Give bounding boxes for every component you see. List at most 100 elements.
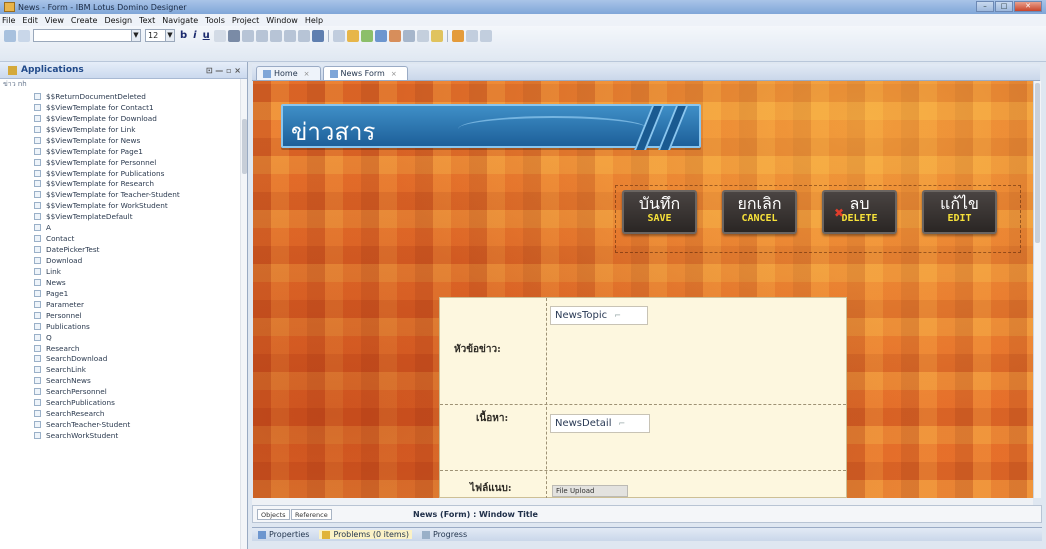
tree-item[interactable]: SearchLink (0, 364, 246, 375)
tree-item[interactable]: News (0, 277, 246, 288)
form-icon (34, 322, 41, 330)
image-icon[interactable] (388, 29, 401, 42)
align-right-icon[interactable] (269, 29, 282, 42)
form-design-canvas[interactable]: ข่าวสาร บันทึก SAVE ยกเลิก CANCEL ✖ ลบ D… (253, 81, 1033, 498)
tree-item[interactable]: A (0, 222, 246, 233)
bold-button[interactable]: b (180, 30, 187, 41)
menu-navigate[interactable]: Navigate (162, 16, 198, 25)
style-icon[interactable] (311, 29, 324, 42)
minimize-button[interactable]: – (976, 1, 994, 12)
tree-item[interactable]: Q (0, 332, 246, 343)
tree-item[interactable]: Link (0, 266, 246, 277)
tab-news-form[interactable]: News Form × (322, 66, 408, 80)
tree-item[interactable]: $$ViewTemplate for WorkStudent (0, 200, 246, 211)
tree-item[interactable]: $$ViewTemplateDefault (0, 211, 246, 222)
dropdown-icon[interactable] (465, 29, 478, 42)
tab-objects[interactable]: Objects (257, 509, 290, 520)
save-button[interactable]: บันทึก SAVE (622, 190, 697, 234)
formula-icon[interactable] (430, 29, 443, 42)
tree-item[interactable]: $$ViewTemplate for Teacher-Student (0, 189, 246, 200)
tab-progress[interactable]: Progress (421, 530, 467, 539)
form-icon (34, 180, 41, 188)
edit-button[interactable]: แก้ไข EDIT (922, 190, 997, 234)
embed-icon[interactable] (416, 29, 429, 42)
panel-controls-icon[interactable]: ⊡ — ▫ × (206, 66, 241, 75)
highlight-icon[interactable] (213, 29, 226, 42)
tree-item[interactable]: $$ViewTemplate for Publications (0, 168, 246, 179)
tree-scrollbar[interactable] (240, 79, 247, 549)
tree-item[interactable]: $$ViewTemplate for Research (0, 179, 246, 190)
scroll-thumb[interactable] (242, 119, 247, 174)
tree-item[interactable]: Personnel (0, 310, 246, 321)
menu-view[interactable]: View (45, 16, 64, 25)
applications-filter[interactable]: ข่าว nh (0, 79, 247, 90)
menu-text[interactable]: Text (139, 16, 155, 25)
tree-item[interactable]: Research (0, 343, 246, 354)
tree-item[interactable]: Download (0, 255, 246, 266)
align-left-icon[interactable] (241, 29, 254, 42)
font-combo[interactable]: ▼ (33, 29, 141, 42)
delete-button[interactable]: ✖ ลบ DELETE (822, 190, 897, 234)
italic-button[interactable]: i (193, 30, 196, 41)
font-size-combo[interactable]: 12 ▼ (145, 29, 175, 42)
close-icon[interactable]: × (304, 70, 310, 78)
tree-item[interactable]: DatePickerTest (0, 244, 246, 255)
tree-item[interactable]: $$ReturnDocumentDeleted (0, 91, 246, 102)
close-button[interactable]: ✕ (1014, 1, 1042, 12)
field-icon[interactable] (346, 29, 359, 42)
section-icon[interactable] (374, 29, 387, 42)
file-upload-control[interactable]: File Upload (552, 485, 628, 497)
tree-item[interactable]: $$ViewTemplate for Page1 (0, 146, 246, 157)
canvas-horizontal-scrollbar[interactable] (252, 498, 1033, 505)
news-topic-field-name: NewsTopic (555, 310, 608, 321)
tree-item[interactable]: SearchPersonnel (0, 386, 246, 397)
tab-problems[interactable]: Problems (0 items) (319, 530, 412, 539)
scroll-thumb[interactable] (1035, 83, 1040, 243)
underline-button[interactable]: u (203, 30, 210, 41)
link-icon[interactable] (402, 29, 415, 42)
hotspot-icon[interactable] (360, 29, 373, 42)
canvas-vertical-scrollbar[interactable] (1033, 81, 1041, 498)
tab-reference[interactable]: Reference (291, 509, 332, 520)
maximize-button[interactable]: □ (995, 1, 1013, 12)
run-icon[interactable] (479, 29, 492, 42)
tab-home[interactable]: Home × (256, 66, 321, 80)
pen-icon[interactable] (227, 29, 240, 42)
menu-design[interactable]: Design (104, 16, 132, 25)
close-icon[interactable]: × (391, 70, 397, 78)
tree-item[interactable]: $$ViewTemplate for Personnel (0, 157, 246, 168)
tree-item[interactable]: SearchTeacher-Student (0, 419, 246, 430)
preview-icon[interactable] (451, 29, 464, 42)
news-detail-field[interactable]: NewsDetail ⌐ (550, 414, 650, 433)
table-icon[interactable] (332, 29, 345, 42)
tree-item[interactable]: $$ViewTemplate for Link (0, 124, 246, 135)
tree-item[interactable]: SearchPublications (0, 397, 246, 408)
tree-item[interactable]: $$ViewTemplate for Contact1 (0, 102, 246, 113)
menu-create[interactable]: Create (71, 16, 98, 25)
tree-item[interactable]: $$ViewTemplate for Download (0, 113, 246, 124)
menu-help[interactable]: Help (305, 16, 323, 25)
tree-item[interactable]: Parameter (0, 299, 246, 310)
number-list-icon[interactable] (297, 29, 310, 42)
news-topic-field[interactable]: NewsTopic ⌐ (550, 306, 648, 325)
tree-item[interactable]: $$ViewTemplate for News (0, 135, 246, 146)
tree-item[interactable]: Publications (0, 321, 246, 332)
cancel-button[interactable]: ยกเลิก CANCEL (722, 190, 797, 234)
tab-properties[interactable]: Properties (258, 530, 309, 539)
menu-edit[interactable]: Edit (22, 16, 38, 25)
menu-window[interactable]: Window (266, 16, 298, 25)
menu-tools[interactable]: Tools (205, 16, 225, 25)
form-icon (34, 278, 41, 286)
bullet-list-icon[interactable] (283, 29, 296, 42)
align-center-icon[interactable] (255, 29, 268, 42)
tree-item[interactable]: Page1 (0, 288, 246, 299)
menu-project[interactable]: Project (232, 16, 259, 25)
tree-item[interactable]: SearchResearch (0, 408, 246, 419)
tree-item[interactable]: SearchWorkStudent (0, 430, 246, 441)
tree-item[interactable]: Contact (0, 233, 246, 244)
new-icon[interactable] (4, 29, 16, 42)
tree-item[interactable]: SearchNews (0, 375, 246, 386)
open-icon[interactable] (18, 29, 30, 42)
menu-file[interactable]: File (2, 16, 15, 25)
tree-item[interactable]: SearchDownload (0, 354, 246, 365)
